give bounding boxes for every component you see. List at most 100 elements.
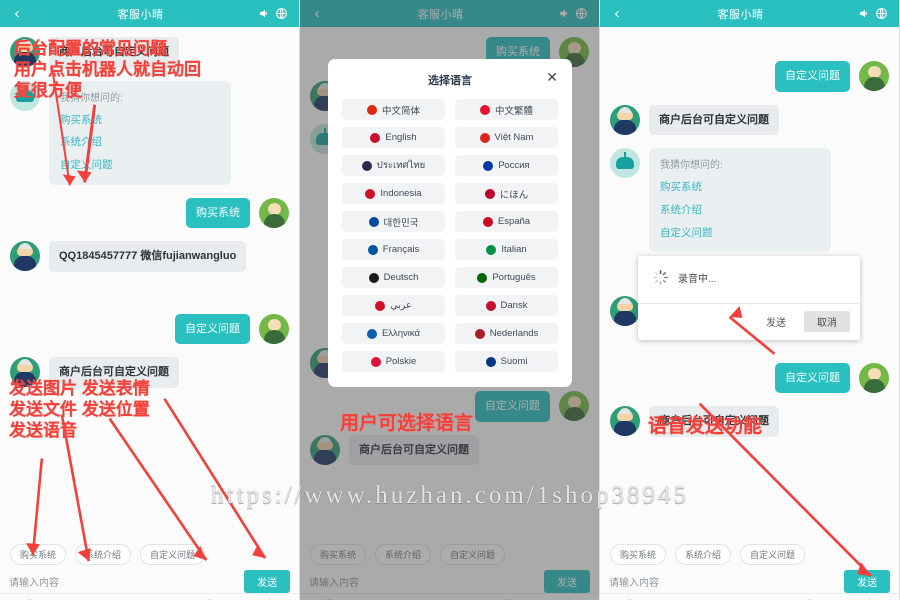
language-option-vi[interactable]: Việt Nam bbox=[455, 127, 558, 148]
globe-icon[interactable] bbox=[873, 5, 890, 22]
language-label: ประเทศไทย bbox=[376, 160, 426, 171]
message-input[interactable]: 请输入内容 bbox=[609, 574, 844, 589]
language-label: Nederlands bbox=[489, 328, 539, 339]
recording-cancel-button[interactable]: 取消 bbox=[804, 311, 850, 332]
language-option-ko[interactable]: 대한민국 bbox=[342, 211, 445, 232]
avatar-user bbox=[859, 362, 889, 393]
language-label: Việt Nam bbox=[494, 132, 534, 143]
panel-language-picker: ‹ 客服小晴 购买系统 商户后台可自定义问题 我猜你想问的: bbox=[300, 0, 600, 600]
flag-icon bbox=[370, 132, 381, 143]
page-title: 客服小晴 bbox=[717, 8, 764, 21]
message-bubble: 商户后台可自定义问题 bbox=[49, 357, 179, 388]
language-option-ja[interactable]: にほん bbox=[455, 183, 558, 204]
avatar-bot bbox=[610, 148, 640, 178]
flag-icon bbox=[474, 328, 485, 339]
bot-card-title: 我猜你想问的: bbox=[60, 92, 123, 104]
avatar-agent bbox=[10, 37, 40, 67]
language-label: English bbox=[385, 132, 417, 143]
recording-status-text: 录音中... bbox=[678, 274, 717, 285]
language-option-zh-tw[interactable]: 中文繁體 bbox=[455, 99, 558, 120]
bot-card-link[interactable]: 购买系统 bbox=[660, 180, 820, 196]
flag-icon bbox=[482, 216, 493, 227]
language-label: Dansk bbox=[500, 300, 528, 311]
avatar-bot bbox=[10, 80, 40, 111]
quick-reply-chip[interactable]: 自定义问题 bbox=[140, 544, 206, 565]
flag-icon bbox=[361, 160, 372, 171]
language-label: Polskie bbox=[385, 356, 417, 367]
language-option-es[interactable]: España bbox=[455, 211, 558, 232]
message-row-agent: 商户后台可自定义问题 bbox=[10, 37, 289, 68]
composer: 购买系统 系统介绍 自定义问题 请输入内容 发送 bbox=[0, 540, 299, 600]
message-row-agent: 商户后台可自定义问题 bbox=[610, 104, 889, 135]
flag-icon bbox=[483, 160, 494, 171]
language-option-ar[interactable]: عربي bbox=[342, 295, 445, 316]
bot-suggestion-card: 我猜你想问的: 购买系统 系统介绍 自定义问题 bbox=[649, 148, 831, 253]
language-option-en[interactable]: English bbox=[342, 127, 445, 148]
language-option-it[interactable]: Italian bbox=[455, 239, 558, 260]
bot-card-link[interactable]: 购买系统 bbox=[60, 113, 220, 129]
language-option-ru[interactable]: Россия bbox=[455, 155, 558, 176]
flag-icon bbox=[477, 272, 488, 283]
message-bubble: 自定义问题 bbox=[775, 61, 850, 92]
language-option-pt[interactable]: Português bbox=[455, 267, 558, 288]
chat-message-list[interactable]: 商户后台可自定义问题 我猜你想问的: 购买系统 系统介绍 自定义问题 购买系统 … bbox=[0, 27, 299, 540]
recording-send-button[interactable]: 发送 bbox=[757, 311, 795, 332]
language-grid: 中文简体 中文繁體 English Việt Nam ประเทศไทย Рос… bbox=[342, 99, 558, 372]
chevron-left-icon[interactable]: ‹ bbox=[609, 6, 625, 21]
speaker-icon[interactable] bbox=[856, 5, 873, 22]
language-option-da[interactable]: Dansk bbox=[455, 295, 558, 316]
recording-status-row: 录音中... bbox=[638, 256, 860, 303]
language-label: 中文繁體 bbox=[494, 105, 533, 117]
chevron-left-icon[interactable]: ‹ bbox=[9, 6, 25, 21]
send-button[interactable]: 发送 bbox=[844, 570, 890, 593]
message-bubble: QQ1845457777 微信fujianwangluo bbox=[49, 241, 247, 272]
bot-card-link[interactable]: 自定义问题 bbox=[660, 226, 820, 242]
language-option-pl[interactable]: Polskie bbox=[342, 351, 445, 372]
message-row-agent: 商户后台可自定义问题 bbox=[610, 406, 889, 437]
message-row-agent: QQ1845457777 微信fujianwangluo bbox=[10, 241, 289, 272]
language-option-fi[interactable]: Suomi bbox=[455, 351, 558, 372]
quick-reply-chip[interactable]: 系统介绍 bbox=[675, 544, 732, 565]
flag-icon bbox=[366, 328, 377, 339]
avatar-agent bbox=[610, 406, 640, 437]
flag-icon bbox=[484, 188, 495, 199]
language-label: 대한민국 bbox=[383, 217, 419, 229]
language-label: Ελληνικά bbox=[381, 328, 421, 339]
language-label: عربي bbox=[390, 300, 412, 311]
quick-reply-chip[interactable]: 购买系统 bbox=[610, 544, 667, 565]
panel-chat-faq: ‹ 客服小晴 商户后台可自定义问题 我猜你想问的: 购买系统 系统介绍 自定义问… bbox=[0, 0, 300, 600]
language-option-zh-cn[interactable]: 中文简体 bbox=[342, 99, 445, 120]
flag-icon bbox=[368, 272, 379, 283]
bot-card-link[interactable]: 系统介绍 bbox=[60, 135, 220, 151]
language-option-id[interactable]: Indonesia bbox=[342, 183, 445, 204]
close-icon[interactable]: ✕ bbox=[546, 70, 558, 84]
language-option-nl[interactable]: Nederlands bbox=[455, 323, 558, 344]
quick-reply-chip[interactable]: 自定义问题 bbox=[740, 544, 806, 565]
language-dialog: 选择语言 ✕ 中文简体 中文繁體 English Việt Nam ประเทศ… bbox=[328, 59, 572, 387]
flag-icon bbox=[366, 104, 377, 115]
speaker-icon[interactable] bbox=[256, 5, 273, 22]
language-option-th[interactable]: ประเทศไทย bbox=[342, 155, 445, 176]
language-option-el[interactable]: Ελληνικά bbox=[342, 323, 445, 344]
quick-reply-bar: 购买系统 系统介绍 自定义问题 bbox=[0, 540, 299, 570]
message-row-user: 自定义问题 bbox=[610, 362, 889, 394]
bot-card-link[interactable]: 自定义问题 bbox=[60, 158, 220, 174]
flag-icon bbox=[375, 300, 386, 311]
globe-icon[interactable] bbox=[273, 5, 290, 22]
message-input[interactable]: 请输入内容 bbox=[9, 574, 244, 589]
send-button[interactable]: 发送 bbox=[244, 570, 290, 593]
language-option-fr[interactable]: Français bbox=[342, 239, 445, 260]
quick-reply-chip[interactable]: 购买系统 bbox=[10, 544, 67, 565]
bot-card-link[interactable]: 系统介绍 bbox=[660, 203, 820, 219]
bot-card-title: 我猜你想问的: bbox=[660, 160, 723, 171]
input-row: 请输入内容 发送 bbox=[0, 570, 299, 593]
app-header: ‹ 客服小晴 bbox=[0, 0, 299, 27]
quick-reply-chip[interactable]: 系统介绍 bbox=[75, 544, 132, 565]
language-label: España bbox=[497, 216, 531, 227]
avatar-user bbox=[259, 197, 289, 228]
language-label: Deutsch bbox=[383, 272, 419, 283]
page-title: 客服小晴 bbox=[117, 8, 164, 21]
language-option-de[interactable]: Deutsch bbox=[342, 267, 445, 288]
message-bubble: 商户后台可自定义问题 bbox=[49, 37, 179, 68]
flag-icon bbox=[479, 104, 490, 115]
